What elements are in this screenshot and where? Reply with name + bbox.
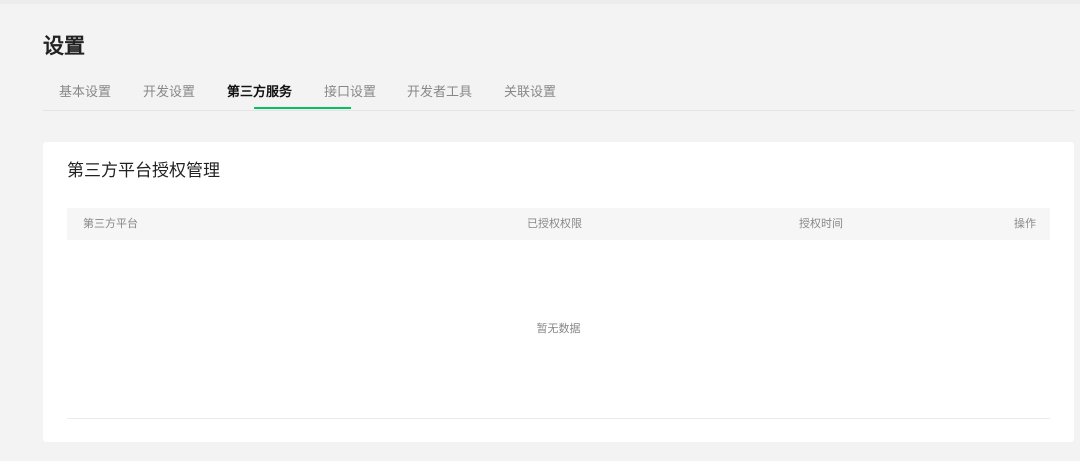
- panel-title: 第三方平台授权管理: [67, 161, 220, 181]
- empty-state-text: 暂无数据: [536, 322, 581, 335]
- active-tab-indicator: [254, 107, 351, 109]
- tab-basic-settings[interactable]: 基本设置: [55, 76, 115, 109]
- column-header-time: 授权时间: [799, 217, 843, 230]
- tab-bar: 基本设置 开发设置 第三方服务 接口设置 开发者工具 关联设置: [43, 76, 1075, 111]
- column-header-actions: 操作: [1014, 217, 1036, 230]
- tab-developer-tools[interactable]: 开发者工具: [403, 76, 476, 109]
- page-title: 设置: [43, 34, 85, 58]
- column-header-permissions: 已授权权限: [527, 217, 582, 230]
- table-header: 第三方平台 已授权权限 授权时间 操作: [67, 208, 1050, 240]
- tab-development-settings[interactable]: 开发设置: [139, 76, 199, 109]
- tab-interface-settings[interactable]: 接口设置: [320, 76, 380, 109]
- top-strip: [0, 0, 1080, 4]
- tab-third-party-services[interactable]: 第三方服务: [223, 76, 296, 109]
- table-bottom-divider: [67, 418, 1050, 419]
- authorization-panel: 第三方平台授权管理 第三方平台 已授权权限 授权时间 操作 暂无数据: [43, 142, 1074, 442]
- column-header-platform: 第三方平台: [83, 217, 138, 230]
- tab-association-settings[interactable]: 关联设置: [500, 76, 560, 109]
